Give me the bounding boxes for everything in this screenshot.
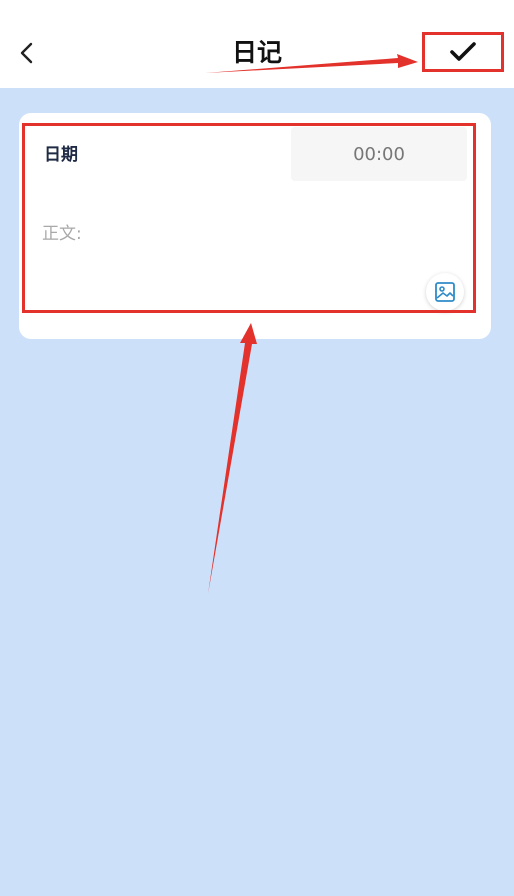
image-icon	[435, 282, 455, 302]
annotation-arrow-to-form	[208, 323, 257, 594]
confirm-button[interactable]	[422, 32, 504, 72]
body-text-field[interactable]: 正文:	[42, 220, 462, 268]
time-field[interactable]: 00:00	[291, 127, 467, 181]
body-placeholder: 正文:	[42, 224, 82, 244]
add-image-button[interactable]	[426, 273, 464, 311]
checkmark-icon	[450, 42, 476, 61]
date-label: 日期	[44, 145, 78, 165]
time-value: 00:00	[353, 143, 405, 165]
